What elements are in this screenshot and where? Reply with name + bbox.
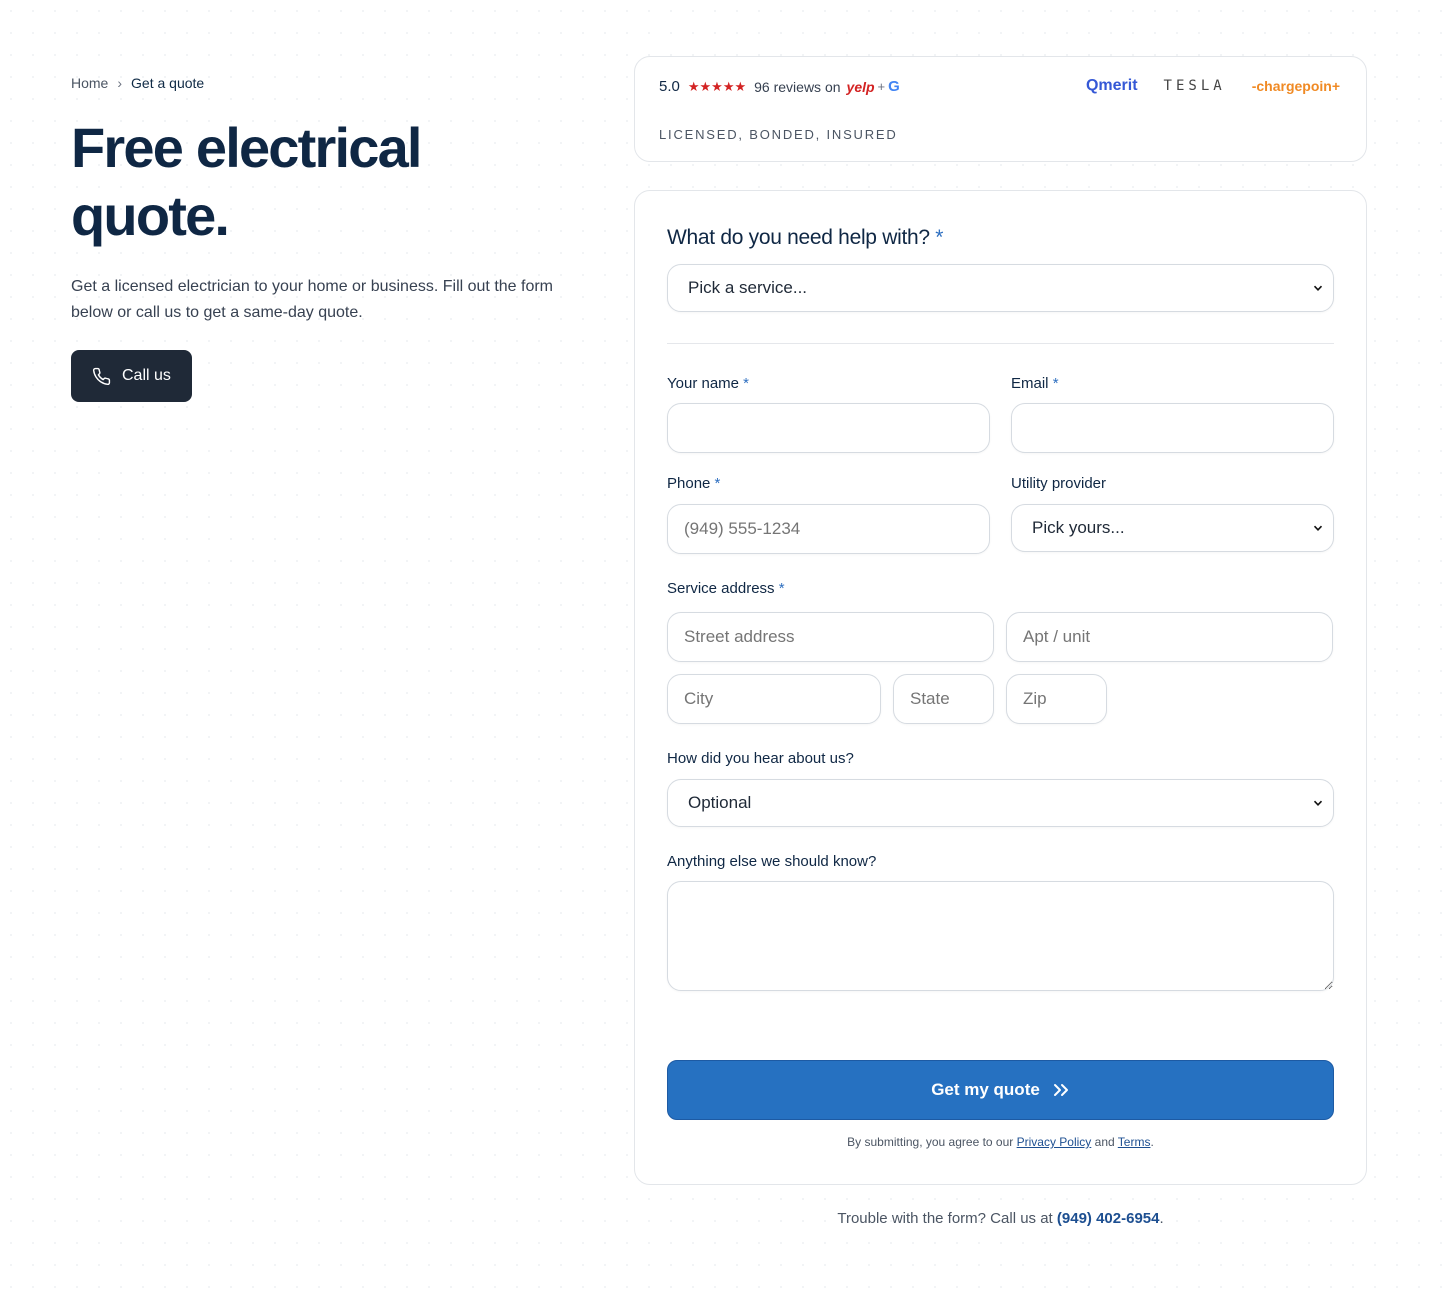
tesla-logo: TESLA (1163, 78, 1226, 94)
get-quote-label: Get my quote (931, 1080, 1040, 1099)
city-field-wrap (667, 674, 881, 724)
privacy-policy-link[interactable]: Privacy Policy (1017, 1135, 1092, 1149)
chargepoint-logo: -chargepoin+ (1251, 78, 1340, 94)
trouble-suffix: . (1159, 1210, 1164, 1227)
rating-summary: 5.0 ★★★★★ 96 reviews on yelp + G (659, 78, 900, 95)
required-mark: * (935, 226, 944, 249)
service-select[interactable]: Pick a service... (667, 264, 1334, 312)
call-us-label: Call us (122, 367, 171, 384)
google-logo: G (888, 78, 900, 95)
name-label: Your name * (667, 375, 749, 392)
qmerit-logo: Qmerit (1085, 77, 1138, 94)
review-count: 96 reviews on (754, 78, 841, 95)
email-label-text: Email (1011, 375, 1049, 392)
required-mark: * (743, 375, 750, 392)
required-mark: * (1052, 375, 1059, 392)
zip-field-wrap (1006, 674, 1107, 724)
trouble-note: Trouble with the form? Call us at (949) … (634, 1210, 1367, 1227)
street-field-wrap (667, 612, 994, 662)
call-us-button[interactable]: Call us (71, 350, 192, 402)
hear-select[interactable]: Optional (667, 779, 1334, 827)
phone-field[interactable] (667, 504, 990, 554)
agreement-text: By submitting, you agree to our Privacy … (635, 1135, 1366, 1149)
terms-link[interactable]: Terms (1118, 1135, 1151, 1149)
name-field-wrap (667, 403, 990, 453)
agreement-prefix: By submitting, you agree to our (847, 1135, 1014, 1149)
form-divider (667, 343, 1334, 344)
name-field[interactable] (667, 403, 990, 453)
email-field-wrap (1011, 403, 1334, 453)
chevron-right-icon: › (117, 75, 123, 91)
service-select-value: Pick a service... (688, 278, 808, 297)
breadcrumb-home-link[interactable]: Home (71, 75, 108, 91)
star-rating-icon: ★★★★★ (687, 78, 747, 94)
chevron-down-icon (1313, 800, 1323, 806)
apt-unit-field[interactable] (1006, 612, 1333, 662)
phone-label: Phone * (667, 475, 720, 492)
utility-select-wrap: Pick yours... (1011, 504, 1334, 552)
breadcrumb-current: Get a quote (131, 75, 205, 91)
state-field[interactable] (893, 674, 994, 724)
partner-logos: Qmerit TESLA -chargepoin+ (1086, 77, 1340, 95)
support-phone-link[interactable]: (949) 402-6954 (1057, 1210, 1160, 1227)
street-address-field[interactable] (667, 612, 994, 662)
rating-score: 5.0 (659, 78, 680, 95)
name-label-text: Your name (667, 375, 739, 392)
hero-section: Home › Get a quote Free electrical quote… (71, 74, 571, 402)
hear-label: How did you hear about us? (667, 750, 854, 767)
address-label-text: Service address (667, 580, 775, 597)
email-label: Email * (1011, 375, 1059, 392)
page-title: Free electrical quote. (71, 116, 423, 247)
get-quote-button[interactable]: Get my quote (667, 1060, 1334, 1120)
chevron-down-icon (1313, 525, 1323, 531)
plus-sign: + (877, 79, 886, 94)
breadcrumb: Home › Get a quote (71, 74, 571, 92)
service-select-wrap: Pick a service... (667, 264, 1334, 312)
phone-label-text: Phone (667, 475, 711, 492)
phone-field-wrap (667, 504, 990, 554)
service-question: What do you need help with? * (667, 226, 943, 250)
trust-card: 5.0 ★★★★★ 96 reviews on yelp + G LICENSE… (634, 56, 1367, 162)
utility-select-value: Pick yours... (1032, 518, 1125, 537)
notes-label: Anything else we should know? (667, 853, 877, 870)
hear-select-wrap: Optional (667, 779, 1334, 827)
utility-label: Utility provider (1011, 475, 1107, 492)
trouble-text: Trouble with the form? Call us at (837, 1210, 1053, 1227)
required-mark: * (714, 475, 721, 492)
agreement-suffix: . (1150, 1135, 1154, 1149)
agreement-and: and (1094, 1135, 1115, 1149)
email-field[interactable] (1011, 403, 1334, 453)
phone-icon (92, 367, 111, 385)
city-field[interactable] (667, 674, 881, 724)
licensed-text: LICENSED, BONDED, INSURED (659, 127, 898, 142)
quote-form: What do you need help with? * Pick a ser… (634, 190, 1367, 1185)
state-field-wrap (893, 674, 994, 724)
service-question-text: What do you need help with? (667, 226, 930, 249)
zip-field[interactable] (1006, 674, 1107, 724)
chevron-down-icon (1313, 285, 1323, 291)
utility-select[interactable]: Pick yours... (1011, 504, 1334, 552)
notes-textarea[interactable] (667, 881, 1334, 991)
hear-select-value: Optional (688, 793, 752, 812)
apt-field-wrap (1006, 612, 1333, 662)
address-label: Service address * (667, 580, 785, 597)
yelp-logo: yelp (846, 78, 875, 95)
double-chevron-right-icon (1053, 1084, 1068, 1096)
notes-field-wrap (667, 881, 1334, 991)
required-mark: * (778, 580, 785, 597)
intro-text: Get a licensed electrician to your home … (71, 278, 553, 321)
